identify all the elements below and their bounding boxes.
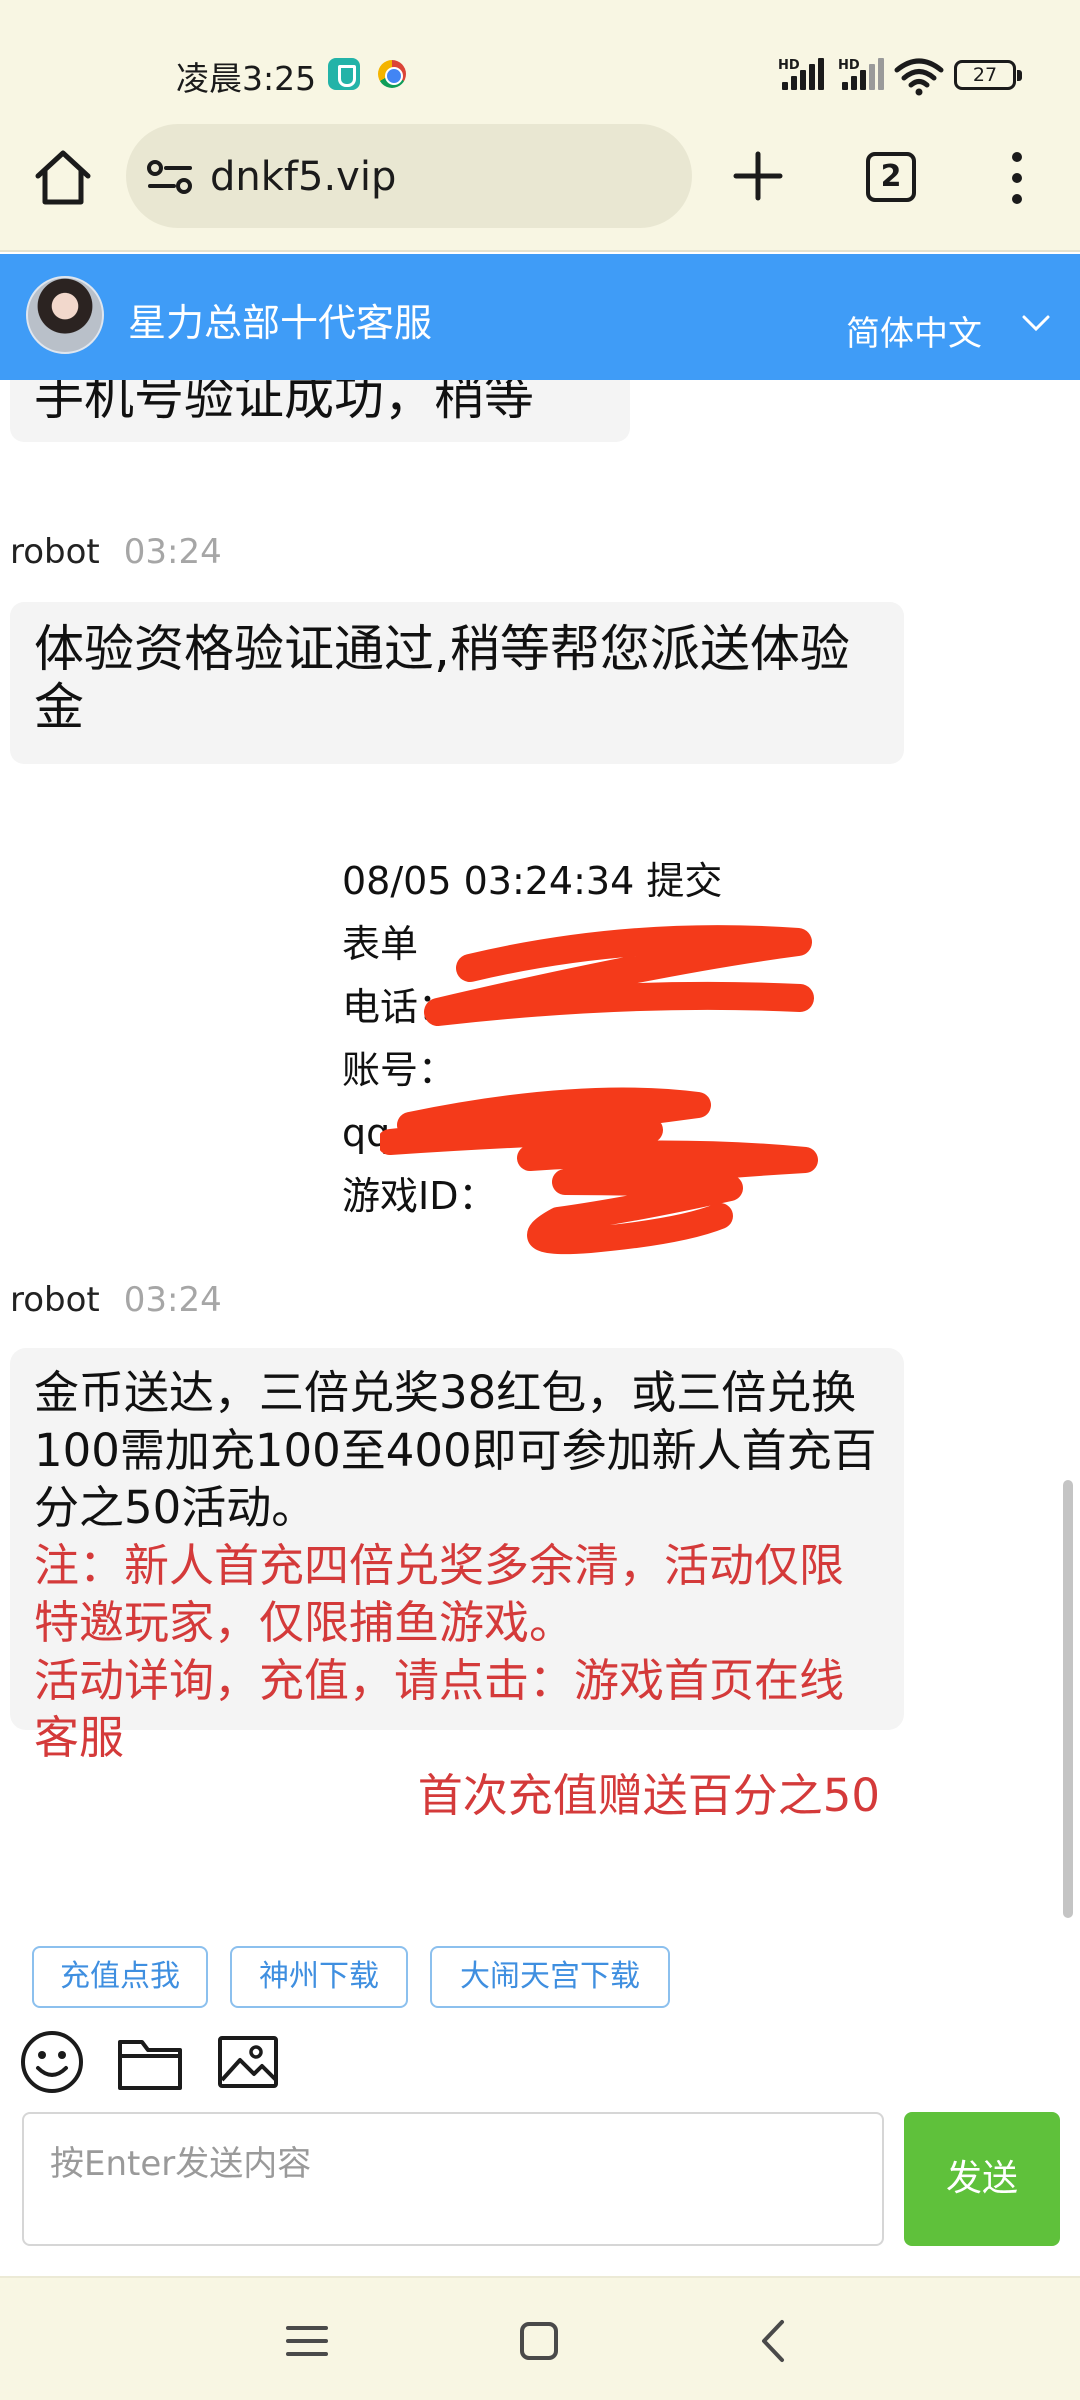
cell-signal-icon: HD — [778, 58, 830, 90]
shenzhou-download-button[interactable]: 神州下载 — [230, 1946, 408, 2008]
new-tab-icon[interactable] — [730, 148, 786, 204]
vpn-shield-icon — [328, 58, 360, 90]
site-settings-icon[interactable] — [146, 158, 194, 196]
sender-name: robot — [10, 532, 100, 572]
image-icon[interactable] — [214, 2030, 282, 2094]
status-bar: 凌晨3:25 HD HD 27 — [0, 0, 1080, 120]
chat-title: 星力总部十代客服 — [128, 301, 433, 345]
message-time: 03:24 — [123, 532, 222, 572]
form-line-timestamp: 08/05 03:24:34 提交 — [342, 859, 723, 903]
agent-avatar — [26, 276, 104, 354]
signal-hd-label: HD — [778, 58, 800, 73]
address-bar[interactable]: dnkf5.vip — [126, 124, 692, 228]
chat-header: 星力总部十代客服 简体中文 — [0, 254, 1080, 380]
message-sender-2: robot 03:24 — [10, 1280, 222, 1320]
recent-apps-icon[interactable] — [282, 2316, 332, 2366]
promo-text: 金币送达，三倍兑奖38红包，或三倍兑换100需加充100至400即可参加新人首充… — [34, 1366, 877, 1534]
home-nav-icon[interactable] — [514, 2316, 564, 2366]
danao-tiangong-download-button[interactable]: 大闹天宫下载 — [430, 1946, 670, 2008]
tab-switcher-icon[interactable]: 2 — [866, 152, 916, 202]
promo-message-bubble: 金币送达，三倍兑奖38红包，或三倍兑换100需加充100至400即可参加新人首充… — [10, 1348, 904, 1822]
url-text[interactable]: dnkf5.vip — [210, 154, 396, 200]
chat-scrollbar[interactable] — [1063, 1480, 1073, 1918]
status-time: 凌晨3:25 — [176, 59, 317, 98]
recharge-button[interactable]: 充值点我 — [32, 1946, 208, 2008]
language-select[interactable]: 简体中文 — [846, 306, 982, 355]
message-input[interactable] — [22, 2112, 884, 2246]
battery-icon: 27 — [954, 60, 1022, 90]
cell-signal-2-icon: HD — [838, 58, 890, 90]
message-bubble: 体验资格验证通过,稍等帮您派送体验金 — [10, 602, 904, 764]
redaction-scribble — [380, 925, 818, 1255]
chat-messages[interactable]: 手机号验证成功，稍等 robot 03:24 体验资格验证通过,稍等帮您派送体验金… — [0, 380, 1080, 1920]
wifi-icon — [894, 58, 944, 96]
more-menu-icon[interactable] — [1002, 148, 1032, 208]
home-icon[interactable] — [30, 144, 96, 210]
chrome-icon — [378, 60, 406, 88]
system-nav-bar — [0, 2276, 1080, 2400]
browser-toolbar: dnkf5.vip 2 — [0, 120, 1080, 252]
send-button[interactable]: 发送 — [904, 2112, 1060, 2246]
promo-note: 注：新人首充四倍兑奖多余清，活动仅限特邀玩家，仅限捕鱼游戏。 — [34, 1538, 845, 1650]
chevron-down-icon[interactable] — [1020, 312, 1052, 334]
signal-hd-label-2: HD — [838, 58, 860, 73]
folder-icon[interactable] — [116, 2030, 184, 2094]
promo-bonus: 首次充值赠送百分之50 — [417, 1768, 880, 1822]
emoji-icon[interactable] — [18, 2030, 86, 2094]
back-icon[interactable] — [750, 2316, 800, 2366]
message-bubble-partial: 手机号验证成功，稍等 — [10, 380, 630, 442]
promo-contact: 活动详询，充值，请点击：游戏首页在线客服 — [34, 1653, 845, 1765]
message-time-2: 03:24 — [123, 1280, 222, 1320]
sender-name-2: robot — [10, 1280, 100, 1320]
message-sender: robot 03:24 — [10, 532, 222, 572]
